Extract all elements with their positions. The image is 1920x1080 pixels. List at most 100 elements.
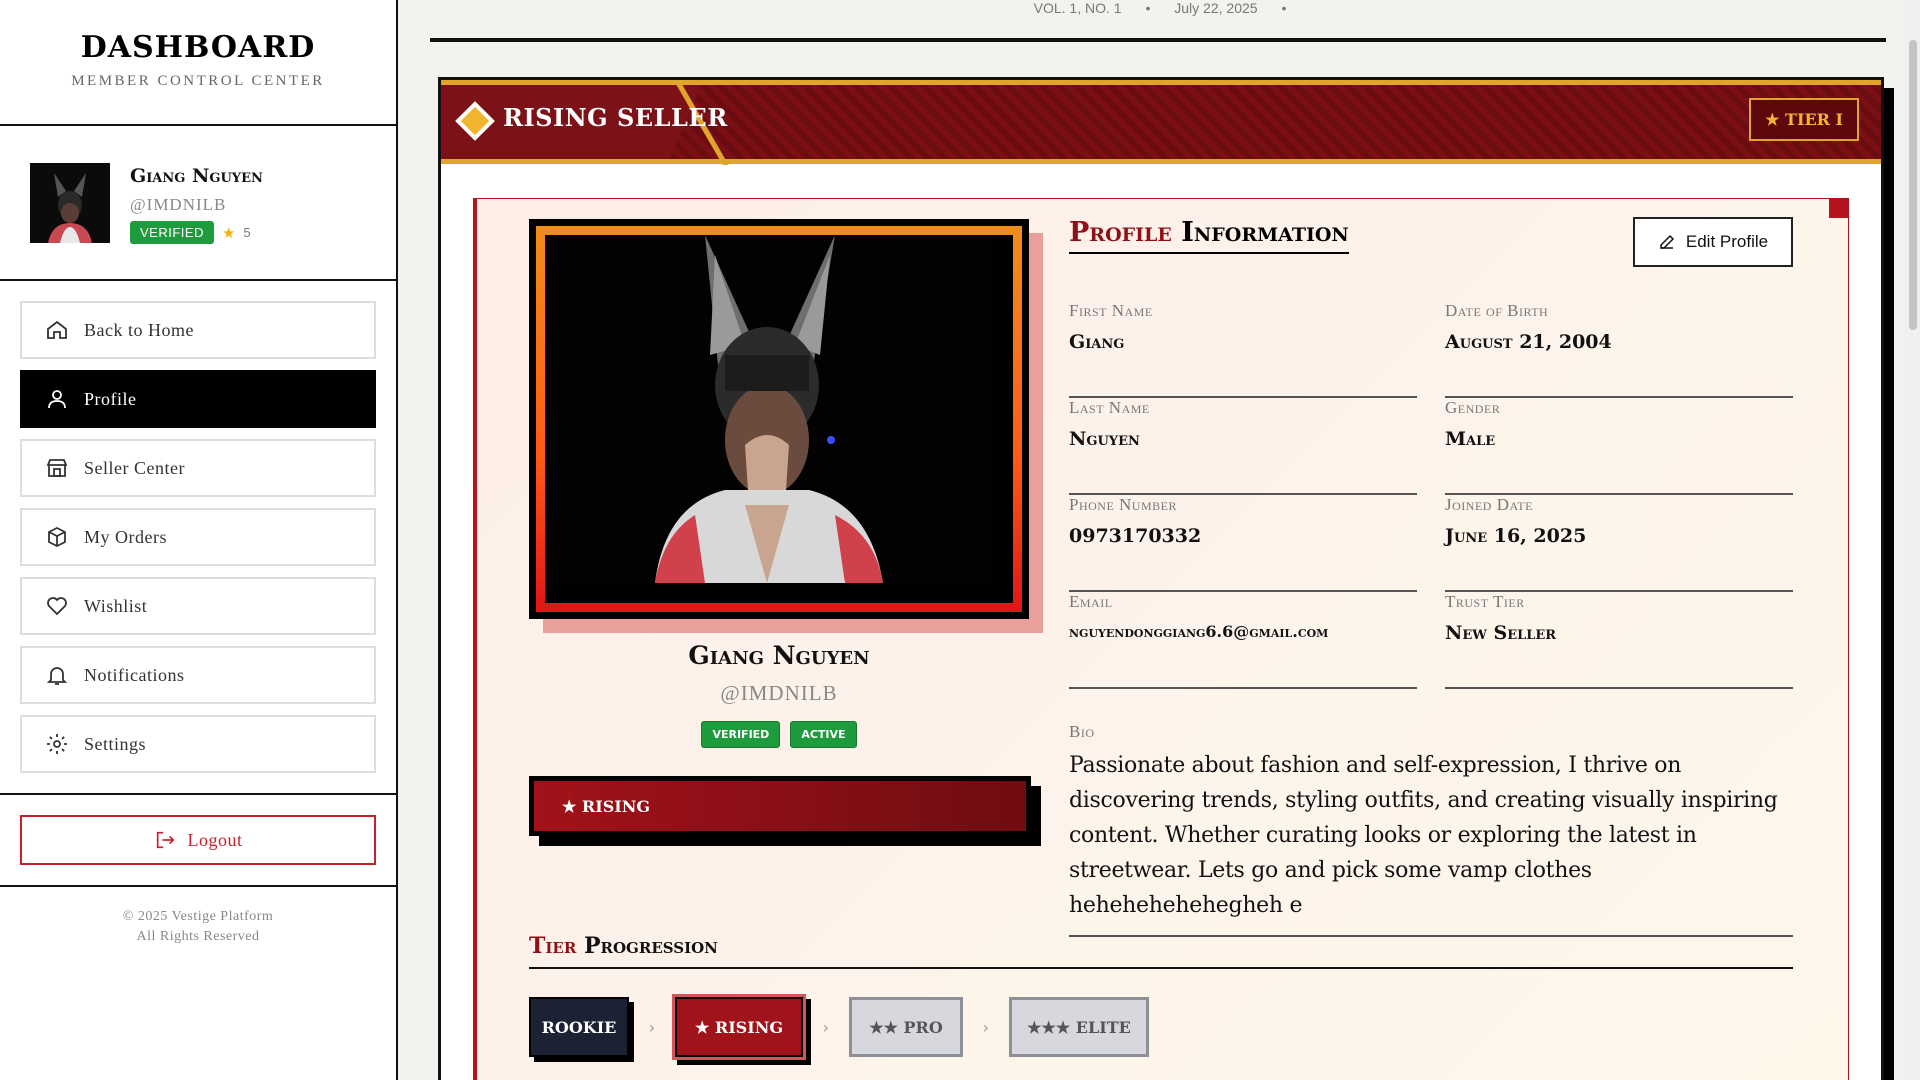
profile-image xyxy=(545,235,1013,603)
pencil-icon xyxy=(1658,233,1676,251)
nav-seller-center[interactable]: Seller Center xyxy=(20,439,376,497)
nav-notifications[interactable]: Notifications xyxy=(20,646,376,704)
sidebar-user-card: Giang Nguyen @IMDNILB VERIFIED ★ 5 xyxy=(0,126,396,281)
photo-border xyxy=(536,226,1022,612)
nav-settings[interactable]: Settings xyxy=(20,715,376,773)
tier-title-accent: Tier xyxy=(529,933,577,959)
home-icon xyxy=(44,317,70,343)
tier-title-main: Progression xyxy=(583,933,718,959)
field-label: Joined Date xyxy=(1445,495,1533,514)
footer-rights: All Rights Reserved xyxy=(136,929,260,944)
bio-label: Bio xyxy=(1069,722,1095,741)
field-value: Nguyen xyxy=(1069,428,1140,450)
field-label: Last Name xyxy=(1069,398,1150,417)
corner-accent xyxy=(1829,198,1849,218)
nav-my-orders[interactable]: My Orders xyxy=(20,508,376,566)
tier-step-pro: ★★ PRO xyxy=(849,997,963,1057)
star-count: 5 xyxy=(243,225,251,240)
chevron-right-icon: › xyxy=(822,1017,830,1037)
dashboard-title: DASHBOARD xyxy=(80,30,316,65)
rank-bar: ★ RISING xyxy=(529,776,1031,836)
nav-label: Settings xyxy=(84,733,147,754)
store-icon xyxy=(44,455,70,481)
field-last-name: Last Name Nguyen xyxy=(1069,398,1417,495)
logout-section: Logout xyxy=(0,795,396,887)
sidebar-footer: © 2025 Vestige Platform All Rights Reser… xyxy=(0,887,396,947)
tier-step-rising: ★ RISING xyxy=(675,997,803,1057)
nav-label: Notifications xyxy=(84,664,185,685)
field-label: Phone Number xyxy=(1069,495,1177,514)
bio-text: Passionate about fashion and self-expres… xyxy=(1069,753,1778,918)
user-icon xyxy=(44,386,70,412)
verified-badge: VERIFIED xyxy=(130,221,214,244)
photo-frame xyxy=(529,219,1029,619)
profile-name: Giang Nguyen xyxy=(688,641,870,670)
logout-label: Logout xyxy=(187,829,243,850)
field-value: August 21, 2004 xyxy=(1445,331,1612,353)
field-first-name: First Name Giang xyxy=(1069,301,1417,398)
sidebar-user-name: Giang Nguyen xyxy=(130,165,263,187)
field-label: Trust Tier xyxy=(1445,592,1525,611)
edit-profile-label: Edit Profile xyxy=(1685,232,1769,251)
heart-icon xyxy=(44,593,70,619)
profile-panel: Giang Nguyen @IMDNILB VERIFIED ACTIVE ★ … xyxy=(473,198,1849,1080)
dateline-separator: • xyxy=(1281,0,1287,16)
chevron-right-icon: › xyxy=(982,1017,990,1037)
field-value: New Seller xyxy=(1445,622,1557,644)
nav-back-to-home[interactable]: Back to Home xyxy=(20,301,376,359)
info-grid: First Name Giang Date of Birth August 21… xyxy=(1069,301,1793,689)
field-label: Date of Birth xyxy=(1445,301,1549,320)
nav-label: Wishlist xyxy=(84,595,148,616)
bio-section: Bio Passionate about fashion and self-ex… xyxy=(1069,722,1793,937)
field-value: 0973170332 xyxy=(1069,525,1202,547)
section-title-main: Information xyxy=(1181,217,1349,248)
star-icon: ★ xyxy=(221,223,236,242)
field-value: June 16, 2025 xyxy=(1445,525,1587,547)
field-date-of-birth: Date of Birth August 21, 2004 xyxy=(1445,301,1793,398)
profile-badges: VERIFIED ACTIVE xyxy=(529,721,1029,748)
main-content: VOL. 1, NO. 1 • July 22, 2025 • RISING S… xyxy=(400,0,1920,1080)
field-value: Giang xyxy=(1069,331,1125,353)
tier-steps: ROOKIE › ★ RISING › ★★ PRO › ★★★ ELITE xyxy=(529,997,1149,1057)
sidebar-header: DASHBOARD MEMBER CONTROL CENTER xyxy=(0,0,396,126)
tier-progression-title: Tier Progression xyxy=(529,933,1793,969)
sidebar-user-handle: @IMDNILB xyxy=(130,195,227,214)
rank-bar-label: ★ RISING xyxy=(534,781,1026,831)
field-joined-date: Joined Date June 16, 2025 xyxy=(1445,495,1793,592)
field-label: First Name xyxy=(1069,301,1153,320)
profile-information: Profile Information Edit Profile First N… xyxy=(1069,217,1793,937)
tier-step-rookie: ROOKIE xyxy=(529,997,629,1057)
top-rule xyxy=(430,38,1886,42)
active-badge: ACTIVE xyxy=(790,721,857,748)
scrollbar-thumb[interactable] xyxy=(1909,40,1917,330)
verified-badge: VERIFIED xyxy=(701,721,781,748)
nav-label: Profile xyxy=(84,388,137,409)
edit-profile-button[interactable]: Edit Profile xyxy=(1633,217,1793,267)
nav-label: My Orders xyxy=(84,526,167,547)
field-gender: Gender Male xyxy=(1445,398,1793,495)
field-phone-number: Phone Number 0973170332 xyxy=(1069,495,1417,592)
field-email: Email nguyendonggiang6.6@gmail.com xyxy=(1069,592,1417,689)
nav-profile[interactable]: Profile xyxy=(20,370,376,428)
nav-wishlist[interactable]: Wishlist xyxy=(20,577,376,635)
bell-icon xyxy=(44,662,70,688)
dashboard-subtitle: MEMBER CONTROL CENTER xyxy=(71,73,325,89)
seller-banner: RISING SELLER ★ TIER I xyxy=(441,80,1881,165)
field-value: nguyendonggiang6.6@gmail.com xyxy=(1069,622,1329,641)
sidebar-user-badges: VERIFIED ★ 5 xyxy=(130,221,251,244)
section-title-accent: Profile xyxy=(1069,217,1172,248)
nav-label: Seller Center xyxy=(84,457,185,478)
dateline: VOL. 1, NO. 1 • July 22, 2025 • xyxy=(400,0,1920,16)
date-label: July 22, 2025 xyxy=(1174,0,1258,16)
chevron-right-icon: › xyxy=(648,1017,656,1037)
tier-step-elite: ★★★ ELITE xyxy=(1009,997,1149,1057)
logout-button[interactable]: Logout xyxy=(20,815,376,865)
nav-label: Back to Home xyxy=(84,319,194,340)
gear-icon xyxy=(44,731,70,757)
field-label: Email xyxy=(1069,592,1113,611)
profile-handle: @IMDNILB xyxy=(720,681,838,705)
profile-photo[interactable] xyxy=(529,219,1043,633)
avatar[interactable] xyxy=(30,163,110,243)
scrollbar[interactable] xyxy=(1902,0,1920,1080)
sidebar-nav: Back to Home Profile Seller Center My Or… xyxy=(0,281,396,795)
